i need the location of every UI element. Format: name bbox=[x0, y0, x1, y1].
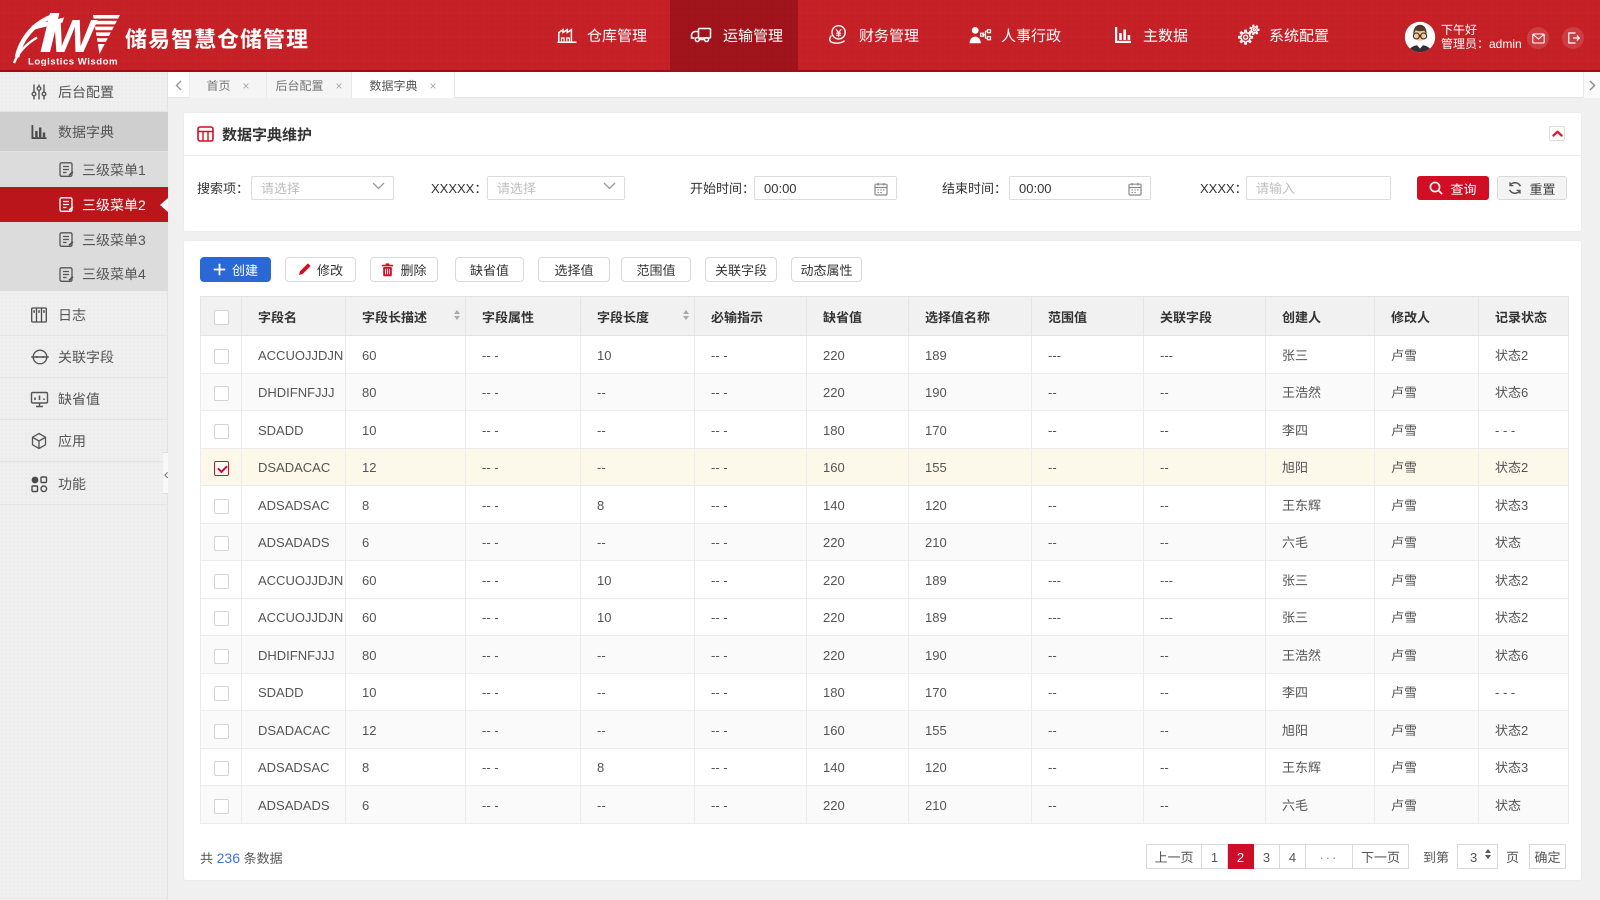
svg-text:Logistics Wisdom: Logistics Wisdom bbox=[28, 57, 118, 67]
svg-text:W: W bbox=[51, 10, 98, 62]
